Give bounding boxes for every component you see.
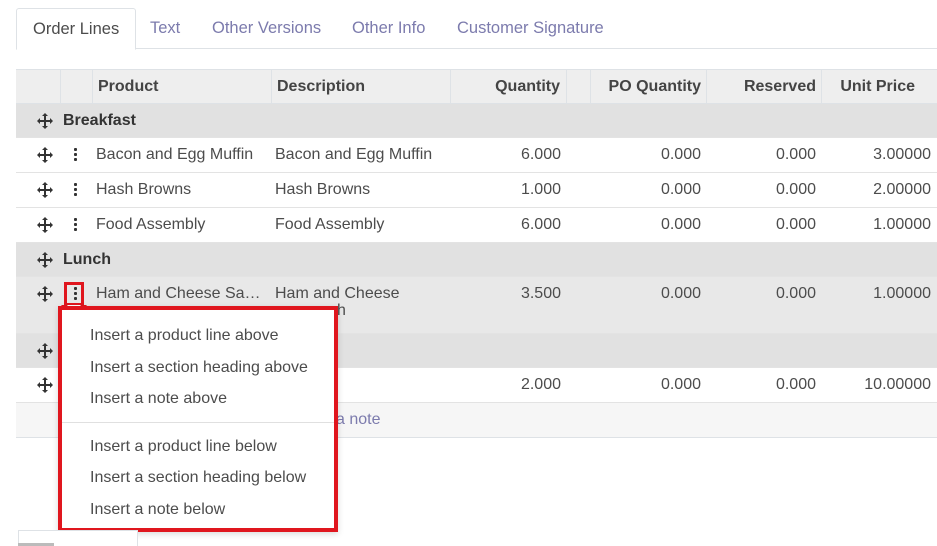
cell-product[interactable]: Food Assembly xyxy=(96,208,205,242)
table-row[interactable]: Food Assembly Food Assembly 6.000 0.000 … xyxy=(16,208,937,243)
cell-product[interactable]: Bacon and Egg Muffin xyxy=(96,138,253,172)
header-unit-price[interactable]: Unit Price xyxy=(821,70,937,104)
cell-po-quantity: 0.000 xyxy=(660,376,701,393)
header-quantity[interactable]: Quantity xyxy=(450,70,566,104)
tab-customer-signature[interactable]: Customer Signature xyxy=(441,8,620,49)
header-spacer-2 xyxy=(566,70,590,104)
insert-section-below[interactable]: Insert a section heading below xyxy=(62,462,334,494)
menu-divider xyxy=(62,421,334,423)
cell-po-quantity: 0.000 xyxy=(660,216,701,233)
cell-po-quantity: 0.000 xyxy=(660,146,701,163)
tab-other-info[interactable]: Other Info xyxy=(336,8,441,49)
cell-po-quantity: 0.000 xyxy=(660,285,701,302)
header-spacer xyxy=(60,70,92,104)
cell-description[interactable]: Bacon and Egg Muffin xyxy=(275,138,432,172)
cell-po-quantity: 0.000 xyxy=(660,181,701,198)
cell-quantity[interactable]: 3.500 xyxy=(450,277,561,311)
drag-handle-icon[interactable] xyxy=(37,252,53,268)
insert-note-above[interactable]: Insert a note above xyxy=(62,383,334,415)
cell-quantity[interactable]: 6.000 xyxy=(450,138,561,172)
insert-product-above[interactable]: Insert a product line above xyxy=(62,320,334,352)
kebab-menu-icon[interactable] xyxy=(72,217,78,233)
kebab-highlight xyxy=(64,282,84,306)
header-description[interactable]: Description xyxy=(271,70,450,104)
section-row[interactable]: Lunch xyxy=(16,243,937,277)
insert-product-below[interactable]: Insert a product line below xyxy=(62,431,334,463)
cell-quantity[interactable]: 2.000 xyxy=(450,368,561,402)
cell-unit-price[interactable]: 2.00000 xyxy=(821,173,931,207)
drag-handle-icon[interactable] xyxy=(37,343,53,359)
line-insert-menu: Insert a product line above Insert a sec… xyxy=(58,306,338,532)
section-label: Lunch xyxy=(63,251,111,268)
cell-reserved: 0.000 xyxy=(775,216,816,233)
header-po-quantity[interactable]: PO Quantity xyxy=(590,70,706,104)
cell-description-line2: h xyxy=(337,302,346,319)
cell-reserved: 0.000 xyxy=(775,376,816,393)
insert-section-above[interactable]: Insert a section heading above xyxy=(62,352,334,384)
cell-quantity[interactable]: 6.000 xyxy=(450,208,561,242)
cell-description[interactable]: Food Assembly xyxy=(275,208,384,242)
add-note-link[interactable]: a note xyxy=(336,403,380,437)
cell-unit-price[interactable]: 10.00000 xyxy=(821,368,931,402)
cell-product[interactable]: Hash Browns xyxy=(96,173,191,207)
drag-handle-icon[interactable] xyxy=(37,147,53,163)
tab-other-versions[interactable]: Other Versions xyxy=(196,8,337,49)
cell-quantity[interactable]: 1.000 xyxy=(450,173,561,207)
drag-handle-icon[interactable] xyxy=(37,182,53,198)
drag-handle-icon[interactable] xyxy=(37,113,53,129)
insert-note-below[interactable]: Insert a note below xyxy=(62,494,334,526)
table-row[interactable]: Hash Browns Hash Browns 1.000 0.000 0.00… xyxy=(16,173,937,208)
tab-order-lines[interactable]: Order Lines xyxy=(16,8,137,50)
cell-unit-price[interactable]: 1.00000 xyxy=(821,277,931,311)
section-label: Breakfast xyxy=(63,112,136,129)
header-reserved[interactable]: Reserved xyxy=(706,70,821,104)
drag-handle-icon[interactable] xyxy=(37,217,53,233)
drag-handle-icon[interactable] xyxy=(37,377,53,393)
cell-reserved: 0.000 xyxy=(775,181,816,198)
table-row[interactable]: Bacon and Egg Muffin Bacon and Egg Muffi… xyxy=(16,138,937,173)
cell-reserved: 0.000 xyxy=(775,285,816,302)
cell-unit-price[interactable]: 1.00000 xyxy=(821,208,931,242)
section-row[interactable]: Breakfast xyxy=(16,104,937,138)
tab-text[interactable]: Text xyxy=(134,8,196,49)
notebook-tabs: Order Lines Text Other Versions Other In… xyxy=(16,8,937,50)
kebab-menu-icon[interactable] xyxy=(72,147,78,163)
cell-reserved: 0.000 xyxy=(775,146,816,163)
cell-unit-price[interactable]: 3.00000 xyxy=(821,138,931,172)
table-header: Product Description Quantity PO Quantity… xyxy=(16,69,937,104)
header-product[interactable]: Product xyxy=(92,70,271,104)
kebab-menu-icon[interactable] xyxy=(72,182,78,198)
drag-handle-icon[interactable] xyxy=(37,286,53,302)
cell-description[interactable]: Hash Browns xyxy=(275,173,370,207)
